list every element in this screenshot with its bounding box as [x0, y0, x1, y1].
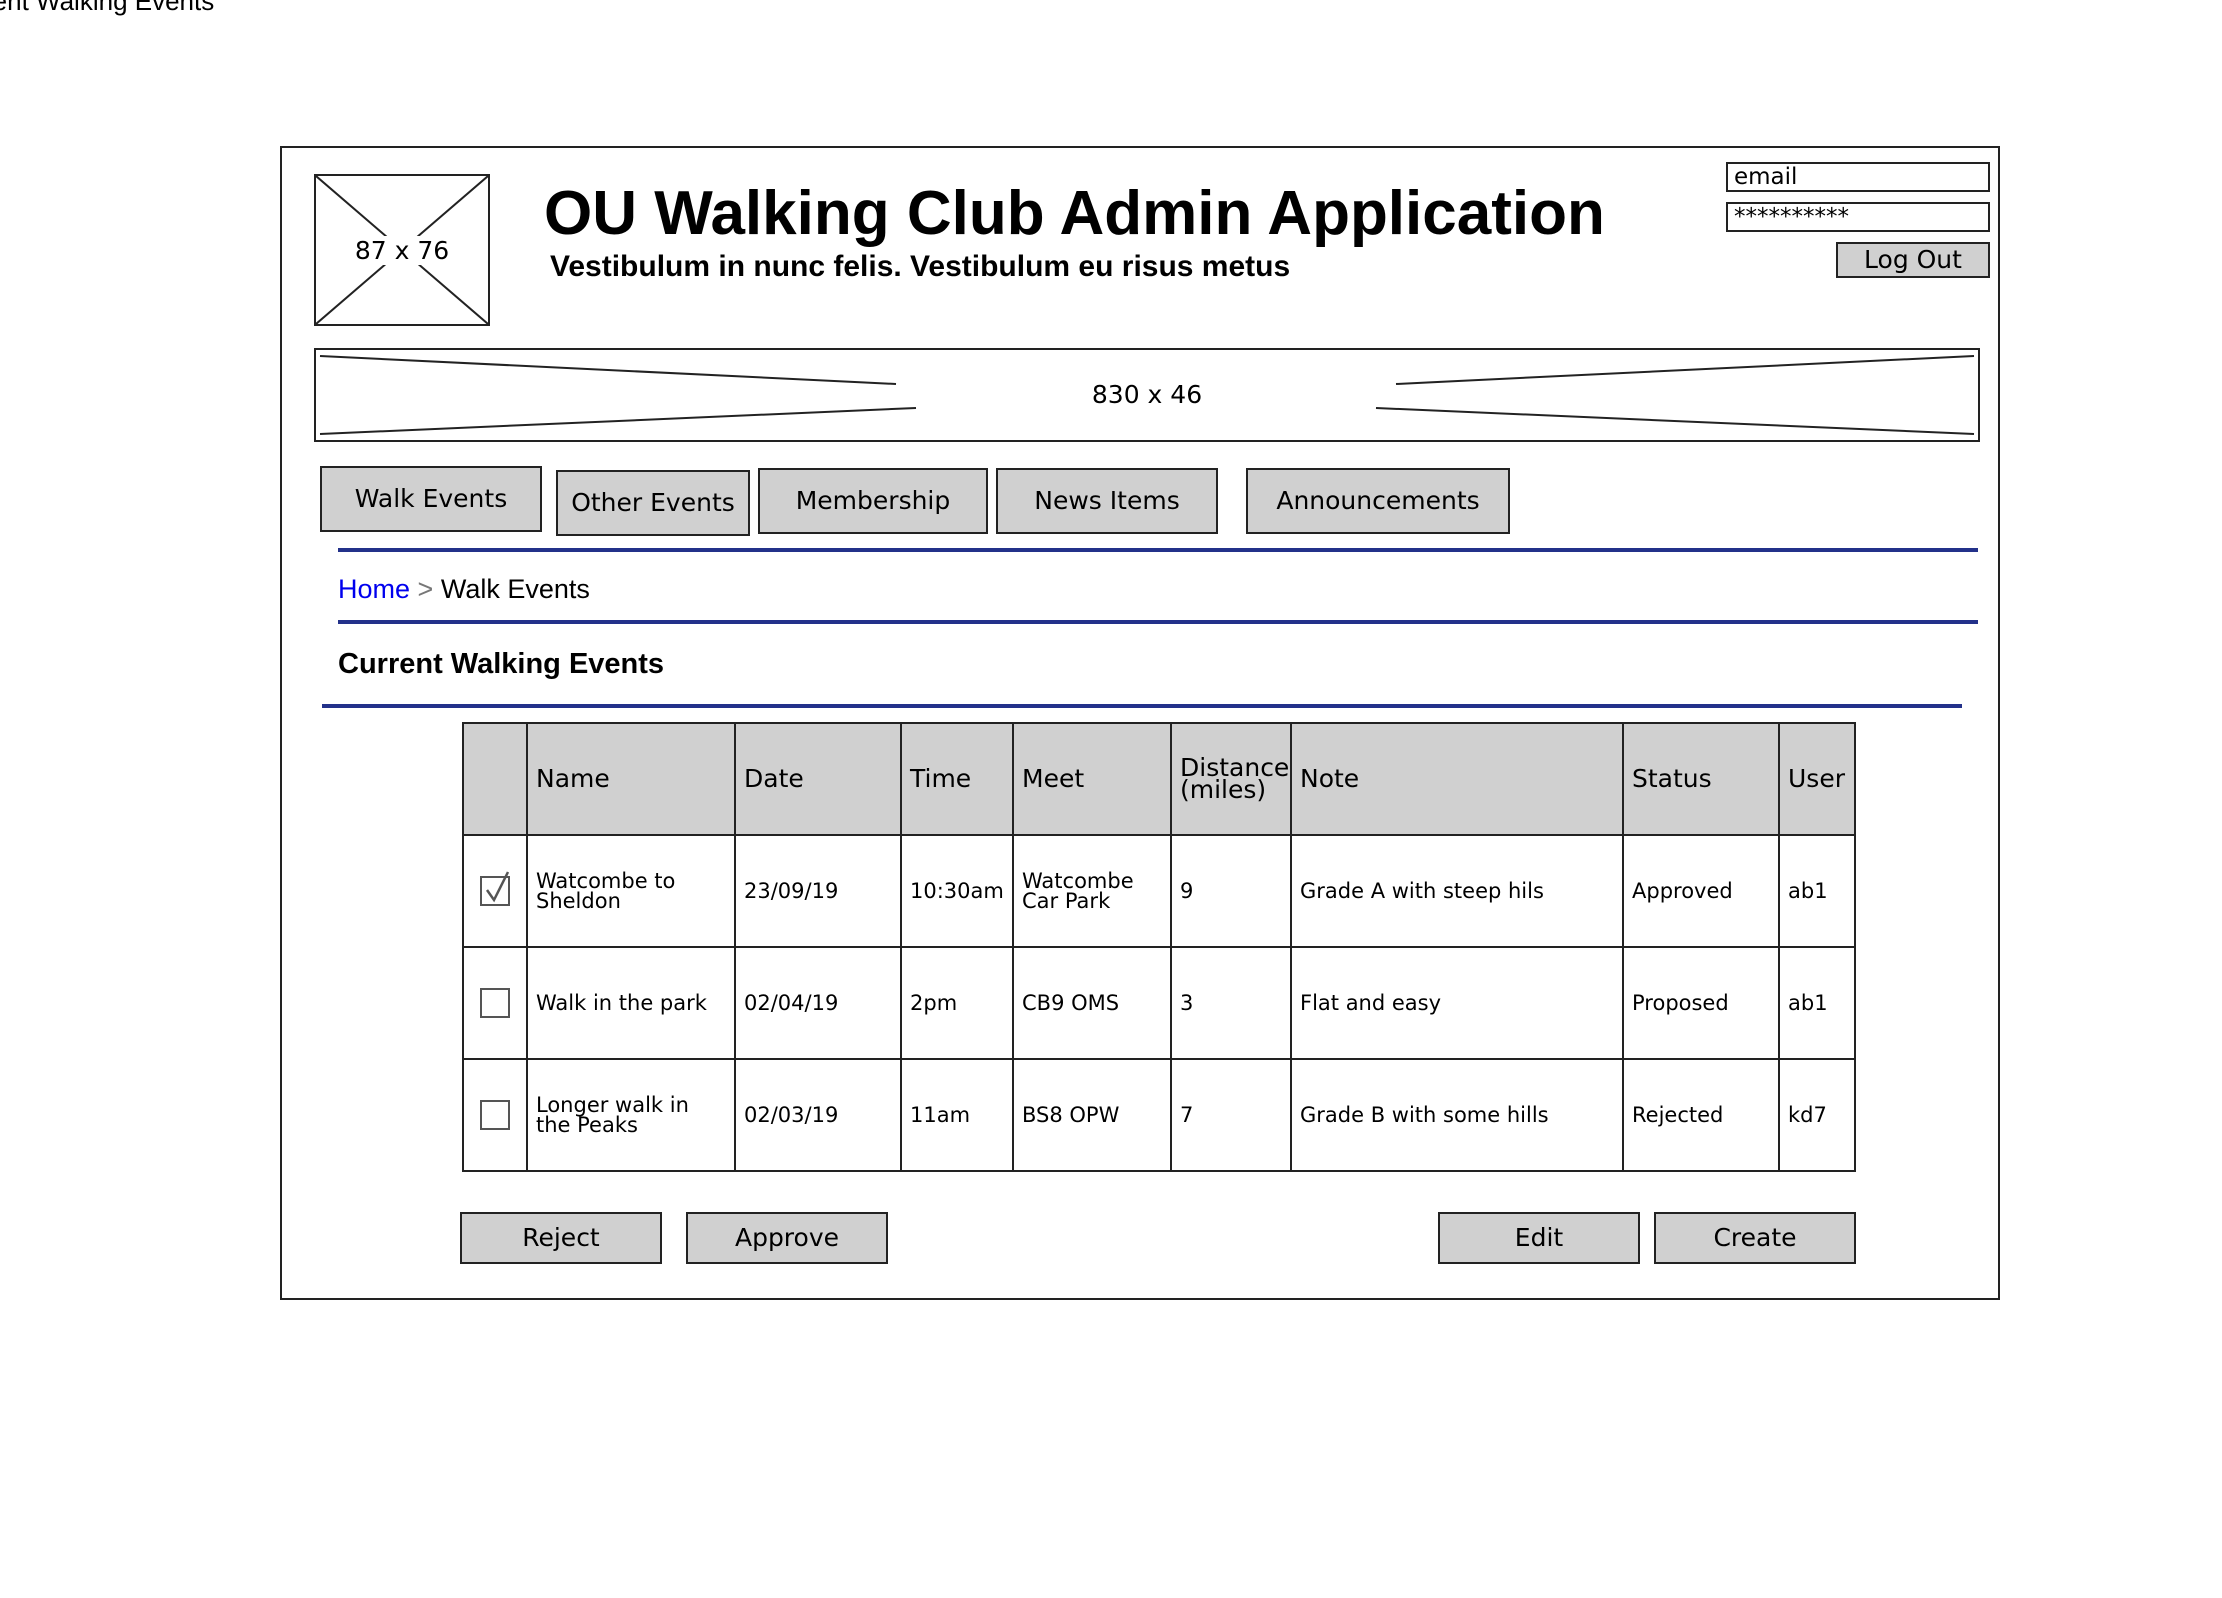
cell-status: Proposed: [1622, 946, 1780, 1060]
cell-distance: 9: [1170, 834, 1292, 948]
approve-button[interactable]: Approve: [686, 1212, 888, 1264]
section-title: Current Walking Events: [338, 648, 665, 680]
table-row: Longer walk in the Peaks 02/03/19 11am B…: [462, 1058, 1856, 1172]
cell-name: Watcombe to Sheldon: [526, 834, 736, 948]
create-button[interactable]: Create: [1654, 1212, 1856, 1264]
cell-meet: BS8 OPW: [1012, 1058, 1172, 1172]
tabs-divider: [338, 548, 1978, 552]
cell-meet: Watcombe Car Park: [1012, 834, 1172, 948]
column-header-user: User: [1778, 722, 1856, 836]
cell-name: Longer walk in the Peaks: [526, 1058, 736, 1172]
reject-button[interactable]: Reject: [460, 1212, 662, 1264]
breadcrumb-current: Walk Events: [440, 574, 590, 604]
table-header-row: Name Date Time Meet Distance (miles) Not…: [462, 722, 1856, 836]
logo-placeholder: 87 x 76: [314, 174, 490, 326]
column-header-select: [462, 722, 528, 836]
cell-user: ab1: [1778, 834, 1856, 948]
cell-user: kd7: [1778, 1058, 1856, 1172]
cell-note: Flat and easy: [1290, 946, 1624, 1060]
cell-date: 23/09/19: [734, 834, 902, 948]
cell-date: 02/03/19: [734, 1058, 902, 1172]
password-field[interactable]: **********: [1726, 202, 1990, 232]
tab-announcements[interactable]: Announcements: [1246, 468, 1510, 534]
tab-membership[interactable]: Membership: [758, 468, 988, 534]
row-checkbox[interactable]: [480, 988, 510, 1018]
breadcrumb-home-link[interactable]: Home: [338, 574, 410, 604]
cell-user: ab1: [1778, 946, 1856, 1060]
cell-time: 11am: [900, 1058, 1014, 1172]
column-header-meet: Meet: [1012, 722, 1172, 836]
cell-meet: CB9 OMS: [1012, 946, 1172, 1060]
cell-time: 10:30am: [900, 834, 1014, 948]
logout-button[interactable]: Log Out: [1836, 242, 1990, 278]
app-title: OU Walking Club Admin Application: [544, 179, 1605, 248]
cell-status: Approved: [1622, 834, 1780, 948]
tab-walk-events[interactable]: Walk Events: [320, 466, 542, 532]
cell-name: Walk in the park: [526, 946, 736, 1060]
row-checkbox-checked[interactable]: [480, 871, 510, 906]
tab-other-events[interactable]: Other Events: [556, 470, 750, 536]
cell-status: Rejected: [1622, 1058, 1780, 1172]
column-header-date: Date: [734, 722, 902, 836]
row-select-cell: [462, 946, 528, 1060]
edit-button[interactable]: Edit: [1438, 1212, 1640, 1264]
logo-size-label: 87 x 76: [352, 236, 452, 265]
breadcrumb: Home > Walk Events: [338, 574, 590, 605]
app-window: 87 x 76 OU Walking Club Admin Applicatio…: [280, 146, 2000, 1300]
breadcrumb-separator: >: [417, 574, 434, 604]
section-divider: [322, 704, 1962, 708]
banner-placeholder: 830 x 46: [314, 348, 1980, 442]
column-header-name: Name: [526, 722, 736, 836]
cell-distance: 3: [1170, 946, 1292, 1060]
walk-events-table: Name Date Time Meet Distance (miles) Not…: [462, 722, 1856, 1172]
column-header-note: Note: [1290, 722, 1624, 836]
cell-note: Grade B with some hills: [1290, 1058, 1624, 1172]
banner-size-label: 830 x 46: [947, 380, 1347, 409]
document-title: rent Walking Events: [0, 0, 215, 16]
column-header-distance: Distance (miles): [1170, 722, 1292, 836]
table-row: Walk in the park 02/04/19 2pm CB9 OMS 3 …: [462, 946, 1856, 1060]
breadcrumb-divider: [338, 620, 1978, 624]
cell-note: Grade A with steep hils: [1290, 834, 1624, 948]
column-header-status: Status: [1622, 722, 1780, 836]
row-checkbox[interactable]: [480, 1100, 510, 1130]
cell-date: 02/04/19: [734, 946, 902, 1060]
cell-time: 2pm: [900, 946, 1014, 1060]
column-header-time: Time: [900, 722, 1014, 836]
row-select-cell: [462, 1058, 528, 1172]
cell-distance: 7: [1170, 1058, 1292, 1172]
app-subtitle: Vestibulum in nunc felis. Vestibulum eu …: [550, 250, 1291, 283]
row-select-cell: [462, 834, 528, 948]
email-field[interactable]: email: [1726, 162, 1990, 192]
table-row: Watcombe to Sheldon 23/09/19 10:30am Wat…: [462, 834, 1856, 948]
tab-news-items[interactable]: News Items: [996, 468, 1218, 534]
